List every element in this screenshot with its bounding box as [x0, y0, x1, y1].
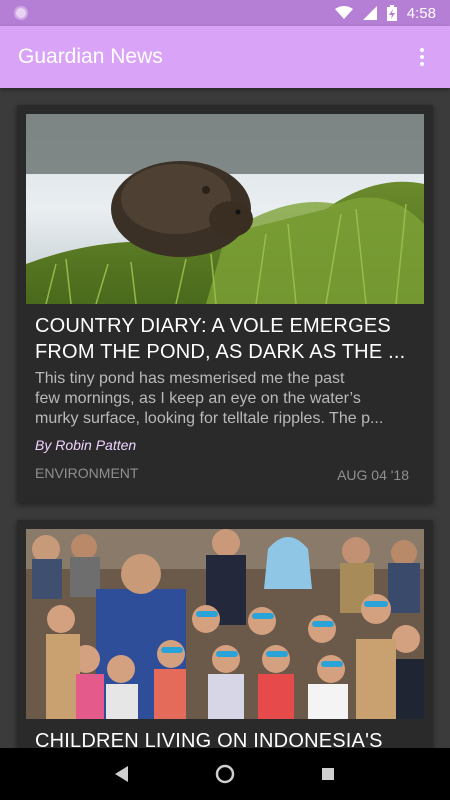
overflow-menu-icon[interactable] — [412, 45, 432, 69]
article-image — [26, 529, 424, 719]
signal-icon — [362, 6, 377, 20]
article-byline: By Robin Patten — [35, 437, 137, 453]
recents-icon[interactable] — [314, 760, 342, 788]
article-headline[interactable]: COUNTRY DIARY: A VOLE EMERGES FROM THE P… — [35, 313, 419, 365]
headline-line: COUNTRY DIARY: A VOLE EMERGES — [35, 315, 391, 337]
article-card[interactable]: CHILDREN LIVING ON INDONESIA'S — [17, 520, 433, 748]
status-icons: 4:58 — [334, 4, 436, 22]
article-trail: This tiny pond has mesmerised me the pas… — [35, 369, 419, 429]
article-section: ENVIRONMENT — [35, 465, 139, 481]
navigation-bar — [0, 748, 450, 800]
app-title: Guardian News — [18, 45, 163, 68]
app-bar: Guardian News — [0, 26, 450, 88]
article-date: AUG 04 '18 — [337, 467, 409, 483]
notification-dot-icon — [14, 6, 28, 20]
trail-line: few mornings, as I keep an eye on the wa… — [35, 390, 361, 407]
wifi-icon — [334, 6, 353, 19]
home-icon[interactable] — [211, 760, 239, 788]
article-card[interactable]: COUNTRY DIARY: A VOLE EMERGES FROM THE P… — [17, 105, 433, 503]
back-icon[interactable] — [108, 760, 136, 788]
status-time: 4:58 — [406, 4, 436, 22]
trail-line: murky surface, looking for telltale ripp… — [35, 410, 384, 427]
trail-line: This tiny pond has mesmerised me the pas… — [35, 370, 345, 387]
battery-charging-icon — [386, 5, 397, 21]
headline-line: CHILDREN LIVING ON INDONESIA'S — [35, 730, 383, 748]
news-list[interactable]: COUNTRY DIARY: A VOLE EMERGES FROM THE P… — [0, 88, 450, 748]
article-headline[interactable]: CHILDREN LIVING ON INDONESIA'S — [35, 728, 419, 748]
headline-line: FROM THE POND, AS DARK AS THE ... — [35, 341, 406, 363]
article-image — [26, 114, 424, 304]
status-bar: 4:58 — [0, 0, 450, 26]
